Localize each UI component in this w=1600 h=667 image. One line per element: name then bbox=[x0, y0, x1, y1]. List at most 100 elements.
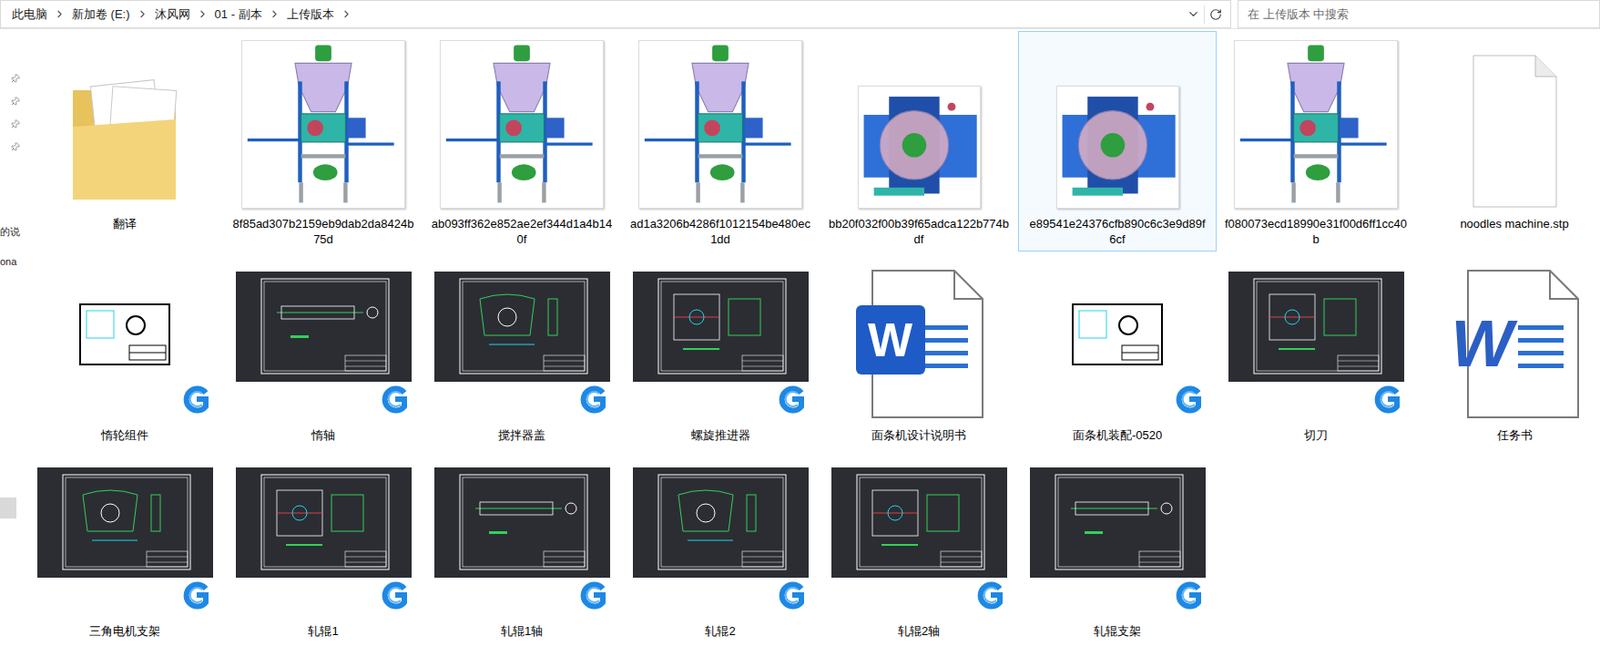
cad-drawing-icon bbox=[37, 467, 214, 578]
cad-drawing-icon bbox=[235, 467, 412, 578]
cad-drawing-icon bbox=[1228, 271, 1405, 382]
pin-icon bbox=[8, 71, 22, 87]
breadcrumb-separator-icon bbox=[340, 8, 353, 21]
breadcrumb-item[interactable]: 此电脑 bbox=[9, 5, 51, 24]
dwg-app-icon bbox=[1171, 577, 1206, 612]
file-row: 惰轮组件惰轴搅拌器盖螺旋推进器W面条机设计说明书面条机装配-0520切刀W任务书 bbox=[25, 260, 1600, 448]
file-item[interactable]: 三角电机支架 bbox=[25, 456, 225, 643]
breadcrumb-separator-icon bbox=[268, 8, 281, 21]
nav-item[interactable]: 的说 bbox=[0, 223, 22, 240]
breadcrumb-item[interactable]: 新加卷 (E:) bbox=[69, 5, 133, 24]
file-explorer: 此电脑新加卷 (E:) 沐风网 01 - 副本上传版本 在 上传版本 中搜索的说 ona… bbox=[0, 0, 1600, 667]
machine-top-view-icon bbox=[1056, 85, 1180, 209]
file-row: 翻译 8f85ad307b2159eb9dab2da8424b75dab093ff… bbox=[25, 30, 1600, 252]
file-item[interactable]: W 面条机设计说明书 bbox=[819, 260, 1019, 448]
nav-item[interactable] bbox=[0, 497, 17, 519]
file-item[interactable]: 轧辊2 bbox=[621, 456, 820, 643]
file-item[interactable]: 轧辊2轴 bbox=[819, 456, 1019, 643]
file-name: 轧辊2轴 bbox=[897, 622, 940, 639]
dwg-thumbnail bbox=[434, 271, 611, 417]
nav-item[interactable] bbox=[0, 112, 22, 136]
dwg-app-icon bbox=[1369, 381, 1405, 417]
cad-drawing-icon bbox=[434, 467, 611, 578]
search-box[interactable]: 在 上传版本 中搜索 bbox=[1237, 0, 1600, 29]
dwg-app-icon bbox=[575, 577, 611, 612]
file-name: 搅拌器盖 bbox=[498, 427, 546, 443]
cad-drawing-icon bbox=[235, 271, 412, 382]
file-item[interactable]: 惰轮组件 bbox=[25, 260, 225, 448]
file-item[interactable]: 轧辊支架 bbox=[1018, 456, 1217, 643]
breadcrumb-separator-icon bbox=[136, 8, 149, 21]
history-dropdown-icon[interactable] bbox=[1186, 7, 1201, 21]
file-name: 面条机装配-0520 bbox=[1072, 427, 1162, 443]
dwg-app-icon bbox=[575, 381, 611, 417]
dwg-thumbnail bbox=[1029, 271, 1206, 417]
nav-item[interactable] bbox=[0, 135, 22, 159]
breadcrumb-item[interactable]: 沐风网 bbox=[152, 5, 194, 24]
file-name: bb20f032f00b39f65adca122b774bdf bbox=[827, 215, 1010, 247]
dwg-thumbnail bbox=[632, 467, 809, 612]
dwg-thumbnail bbox=[632, 271, 809, 417]
file-item[interactable]: bb20f032f00b39f65adca122b774bdf bbox=[819, 30, 1019, 252]
file-item[interactable]: 8f85ad307b2159eb9dab2da8424b75d bbox=[224, 30, 423, 252]
breadcrumb-item[interactable]: 01 - 副本 bbox=[212, 5, 265, 24]
dwg-app-icon bbox=[774, 577, 809, 612]
file-row: 三角电机支架轧辊1 轧辊1轴轧辊2 轧辊2轴 轧辊支架 bbox=[25, 456, 1600, 643]
file-name: 任务书 bbox=[1497, 427, 1533, 443]
file-item[interactable]: e89541e24376cfb890c6c3e9d89f6cf bbox=[1018, 30, 1217, 252]
file-item[interactable]: 轧辊1轴 bbox=[422, 456, 622, 643]
file-name: noodles machine.stp bbox=[1459, 215, 1569, 232]
dwg-app-icon bbox=[178, 381, 214, 417]
file-item[interactable]: 惰轴 bbox=[224, 260, 423, 448]
pin-icon bbox=[8, 94, 22, 110]
dwg-thumbnail bbox=[831, 467, 1008, 612]
dwg-app-icon bbox=[377, 381, 412, 417]
pin-icon bbox=[8, 117, 22, 133]
file-name: 切刀 bbox=[1304, 427, 1328, 443]
file-item[interactable]: f080073ecd18990e31f00d6ff1cc40b bbox=[1216, 30, 1416, 252]
breadcrumb-item[interactable]: 上传版本 bbox=[284, 5, 337, 24]
refresh-icon[interactable] bbox=[1209, 8, 1223, 21]
file-item[interactable]: 轧辊1 bbox=[224, 456, 423, 643]
dwg-thumbnail bbox=[1029, 467, 1206, 612]
dwg-app-icon bbox=[972, 577, 1008, 612]
machine-render-icon bbox=[1233, 40, 1398, 209]
navigation-pane: 的说 ona bbox=[0, 29, 22, 667]
file-item[interactable]: noodles machine.stp bbox=[1415, 30, 1600, 252]
file-name: 翻译 bbox=[112, 215, 137, 232]
file-item[interactable]: 搅拌器盖 bbox=[422, 260, 622, 448]
file-name: 面条机设计说明书 bbox=[871, 427, 967, 443]
cad-drawing-icon bbox=[1029, 467, 1206, 578]
cad-drawing-icon bbox=[831, 467, 1008, 578]
file-name: e89541e24376cfb890c6c3e9d89f6cf bbox=[1026, 215, 1209, 247]
dwg-thumbnail bbox=[37, 467, 214, 612]
file-item[interactable]: W 任务书 bbox=[1415, 260, 1600, 448]
file-item[interactable]: 螺旋推进器 bbox=[621, 260, 820, 448]
machine-top-view-icon bbox=[857, 85, 981, 209]
nav-item[interactable] bbox=[0, 90, 22, 113]
file-name: 轧辊1 bbox=[307, 622, 338, 639]
file-item[interactable]: 面条机装配-0520 bbox=[1018, 260, 1217, 448]
dwg-app-icon bbox=[178, 577, 214, 612]
word-document-icon: W bbox=[854, 268, 985, 419]
nav-item[interactable] bbox=[0, 67, 22, 91]
cad-drawing-icon bbox=[632, 467, 809, 578]
dwg-thumbnail bbox=[37, 271, 214, 417]
file-grid: 翻译 8f85ad307b2159eb9dab2da8424b75dab093ff… bbox=[21, 29, 1600, 667]
file-item[interactable]: 翻译 bbox=[25, 30, 225, 252]
breadcrumb-bar[interactable]: 此电脑新加卷 (E:) 沐风网 01 - 副本上传版本 bbox=[0, 0, 1232, 29]
nav-item[interactable]: ona bbox=[0, 253, 22, 270]
file-name: 轧辊支架 bbox=[1093, 622, 1142, 639]
file-icon bbox=[1471, 53, 1559, 209]
word-document-icon: W bbox=[1449, 268, 1580, 419]
file-name: 8f85ad307b2159eb9dab2da8424b75d bbox=[232, 215, 415, 247]
file-item[interactable]: ad1a3206b4286f1012154be480ec1dd bbox=[621, 30, 820, 252]
file-name: 惰轮组件 bbox=[101, 427, 149, 443]
file-item[interactable]: 切刀 bbox=[1216, 260, 1416, 448]
file-item[interactable]: ab093ff362e852ae2ef344d1a4b140f bbox=[422, 30, 622, 252]
dwg-app-icon bbox=[774, 381, 809, 417]
file-name: ad1a3206b4286f1012154be480ec1dd bbox=[629, 215, 812, 247]
dwg-thumbnail bbox=[235, 271, 412, 417]
breadcrumb-separator-icon bbox=[53, 8, 66, 21]
machine-render-icon bbox=[241, 40, 406, 209]
